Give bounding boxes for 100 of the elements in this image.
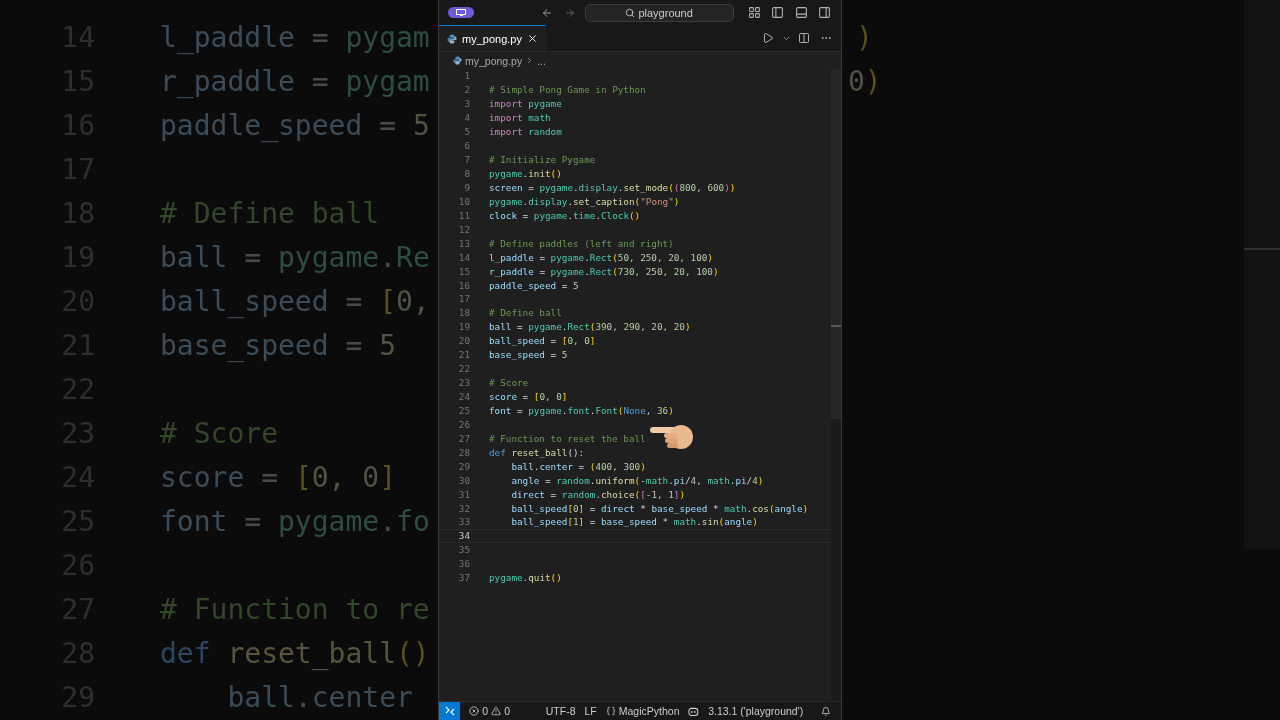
- line-number: 7: [463, 154, 470, 166]
- line-number: 18: [457, 307, 470, 319]
- code-line: paddle_speed = 5: [160, 108, 430, 142]
- code-line: # Score: [489, 377, 529, 389]
- code-line: pygame.display.set_caption("Pong"): [489, 195, 680, 207]
- remote-button[interactable]: [439, 702, 461, 720]
- code-line: # Function to reset the ball: [489, 432, 646, 444]
- line-number: 23: [457, 377, 470, 389]
- line-number: 19: [457, 321, 470, 333]
- line-number: 1: [463, 70, 470, 82]
- line-number: 14: [457, 251, 470, 263]
- code-line: base_speed = 5: [489, 349, 568, 361]
- code-line: direct = random.choice([-1, 1]): [510, 488, 685, 500]
- code-line: ball = pygame.Rect(390, 290, 20, 20): [489, 321, 691, 333]
- braces-icon: [605, 706, 616, 716]
- arrow-left-icon: [540, 6, 553, 19]
- line-number: 32: [457, 502, 470, 514]
- line-number: 5: [463, 126, 470, 138]
- breadcrumb-item[interactable]: my_pong.py: [465, 54, 523, 67]
- code-line: ball_speed = [0,: [160, 284, 430, 318]
- code-line: import pygame: [489, 98, 562, 110]
- close-icon[interactable]: [526, 33, 538, 44]
- code-line: paddle_speed = 5: [489, 279, 579, 291]
- line-number: 22: [457, 363, 470, 375]
- line-number: 6: [463, 140, 470, 152]
- account-badge[interactable]: [448, 7, 474, 18]
- code-line: ball_speed[1] = base_speed * math.sin(angle): [510, 516, 758, 528]
- line-number: 30: [457, 474, 470, 486]
- warning-count: 0: [504, 705, 510, 717]
- line-number: 28: [457, 446, 470, 458]
- code-line: clock = pygame.time.Clock(): [489, 209, 641, 221]
- line-number: 11: [457, 209, 470, 221]
- copilot-icon[interactable]: [688, 705, 700, 717]
- code-line: # Function to re: [160, 592, 430, 626]
- line-number: 24: [457, 391, 470, 403]
- line-number: 3: [463, 98, 470, 110]
- code-line: screen = pygame.display.set_mode((800, 600)): [489, 181, 736, 193]
- line-number: 29: [457, 460, 470, 472]
- line-number: 34: [457, 530, 470, 542]
- line-number: 4: [463, 112, 470, 124]
- search-icon: [625, 7, 636, 18]
- monitor-icon: [456, 9, 466, 16]
- line-number: 12: [457, 223, 470, 235]
- code-line: r_paddle = pygam: [160, 64, 430, 98]
- code-line: 0): [848, 64, 882, 98]
- code-line: ball_speed = [0, 0]: [489, 335, 596, 347]
- problems-button[interactable]: 0 0: [469, 705, 510, 717]
- scrollbar-thumb[interactable]: [831, 69, 841, 419]
- line-number: 15: [457, 265, 470, 277]
- code-line: # Define paddles (left and right): [489, 237, 674, 249]
- code-line: import math: [489, 112, 551, 124]
- line-number: 2: [463, 84, 470, 96]
- error-count: 0: [482, 705, 489, 717]
- code-line: def reset_ball(): [160, 636, 430, 670]
- line-number: 35: [457, 544, 470, 556]
- error-icon: [469, 706, 480, 716]
- code-line: angle = random.uniform(-math.pi/4, math.pi/4): [510, 474, 764, 486]
- line-number: 17: [457, 293, 470, 305]
- line-number: 27: [457, 432, 470, 444]
- code-line: # Simple Pong Game in Python: [489, 84, 646, 96]
- warning-icon: [491, 706, 502, 716]
- code-line: # Score: [160, 416, 278, 450]
- code-line: base_speed = 5: [160, 328, 396, 362]
- line-number: 20: [457, 335, 470, 347]
- line-number: 10: [457, 195, 470, 207]
- code-line: pygame.quit(): [489, 572, 562, 584]
- code-line: r_paddle = pygame.Rect(730, 250, 20, 100): [489, 265, 719, 277]
- breadcrumb-item[interactable]: ...: [537, 54, 546, 67]
- code-line: font = pygame.fo: [160, 504, 430, 538]
- code-line: # Define ball: [489, 307, 562, 319]
- line-number: 37: [457, 572, 470, 584]
- search-field[interactable]: playground: [584, 3, 734, 22]
- line-number: 31: [457, 488, 470, 500]
- interpreter-button[interactable]: 3.13.1 ('playground'): [708, 705, 804, 717]
- line-number: 36: [457, 558, 470, 570]
- code-line: ball.center: [226, 680, 413, 714]
- code-line: ball_speed[0] = direct * base_speed * math.cos(angle): [510, 502, 809, 514]
- play-icon: [762, 32, 774, 44]
- encoding-button[interactable]: UTF-8: [545, 705, 576, 717]
- language-button[interactable]: MagicPython: [605, 705, 680, 717]
- code-line: ball.center = (400, 300): [510, 460, 646, 472]
- code-line: font = pygame.font.Font(None, 36): [489, 404, 674, 416]
- code-line: # Define ball: [160, 196, 380, 230]
- arrow-right-icon: [563, 6, 576, 19]
- code-line: # Initialize Pygame: [489, 154, 596, 166]
- code-line: ): [855, 20, 873, 54]
- notifications-icon[interactable]: [821, 705, 831, 717]
- code-line: def reset_ball():: [489, 446, 585, 458]
- line-number: 21: [457, 349, 470, 361]
- search-text: playground: [638, 6, 693, 19]
- code-line: pygame.init(): [489, 168, 562, 180]
- remote-icon: [444, 706, 455, 716]
- language-label: MagicPython: [618, 705, 680, 717]
- line-number: 16: [457, 279, 470, 291]
- line-number: 8: [463, 168, 470, 180]
- editor-tab[interactable]: my_pong.py: [439, 25, 546, 51]
- line-number: 25: [457, 404, 470, 416]
- tab-label: my_pong.py: [462, 32, 522, 45]
- code-line: score = [0, 0]: [160, 460, 397, 494]
- line-ending-button[interactable]: LF: [584, 705, 597, 717]
